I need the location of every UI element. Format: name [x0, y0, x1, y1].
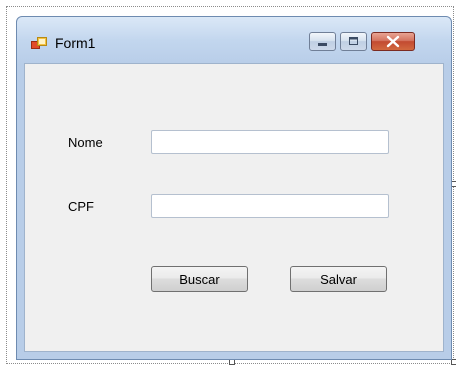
form-client-area: Nome CPF Buscar Salvar — [24, 63, 444, 352]
salvar-button[interactable]: Salvar — [290, 266, 387, 292]
buscar-button[interactable]: Buscar — [151, 266, 248, 292]
minimize-icon — [318, 43, 327, 46]
maximize-icon — [349, 37, 358, 45]
title-bar[interactable]: Form1 — [17, 17, 451, 63]
close-icon — [386, 35, 400, 48]
maximize-button[interactable] — [340, 32, 367, 51]
close-button[interactable] — [371, 32, 415, 51]
window-title: Form1 — [55, 35, 96, 51]
form-window: Form1 Nome CPF Buscar Salvar — [16, 16, 452, 360]
cpf-input[interactable] — [151, 194, 389, 218]
nome-input[interactable] — [151, 130, 389, 154]
minimize-button[interactable] — [309, 32, 336, 51]
cpf-label: CPF — [68, 199, 94, 214]
form-app-icon — [31, 37, 47, 49]
nome-label: Nome — [68, 135, 103, 150]
